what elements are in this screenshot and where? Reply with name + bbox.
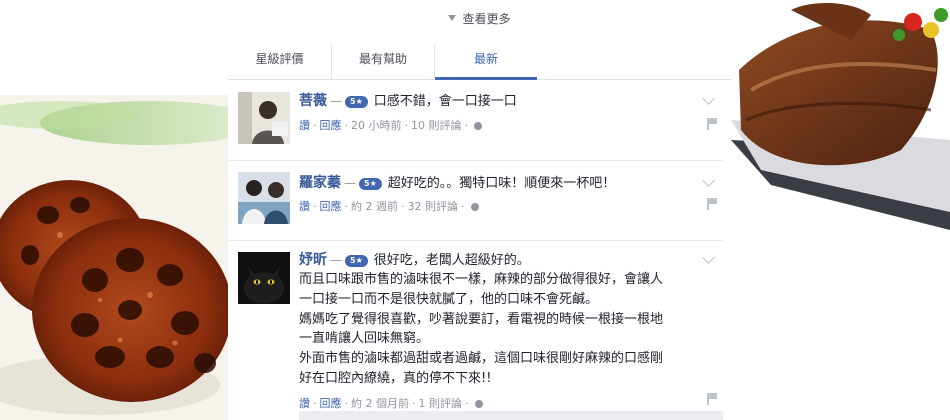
avatar[interactable] — [238, 92, 290, 144]
reply-count[interactable]: 1 則評論 — [419, 397, 463, 410]
reply-bar — [299, 411, 723, 420]
flag-icon[interactable] — [707, 393, 717, 405]
globe-icon — [474, 122, 482, 130]
reply-count[interactable]: 32 則評論 — [408, 200, 459, 213]
reply-link[interactable]: 回應 — [320, 397, 342, 410]
reply-count[interactable]: 10 則評論 — [411, 119, 462, 132]
comment-text-line: 媽媽吃了覺得很喜歡，吵著說要訂，看電視的時候一根接一根地 — [299, 311, 664, 327]
reply-link[interactable]: 回應 — [320, 200, 342, 213]
comment-item: 羅家蓁 —5★ 超好吃的。。獨特口味！順便來一杯吧！ 讚 · 回應 · 約 2 週前 · 32 … — [228, 160, 723, 240]
globe-icon — [474, 399, 483, 408]
avatar[interactable] — [238, 252, 290, 304]
comment-text-line: 一口接一口而不是很快就膩了，他的口味不會死鹹。 — [299, 291, 599, 307]
comment-text: 超好吃的。。獨特口味！順便來一杯吧！ — [387, 176, 616, 191]
comment-actions: 讚 · 回應 · 20 小時前 · 10 則評論 · — [299, 118, 699, 134]
comment-time[interactable]: 20 小時前 — [351, 119, 402, 132]
lotus-root-photo — [0, 95, 228, 420]
see-more-link[interactable]: 查看更多 — [228, 10, 731, 27]
rating-badge: 5★ — [345, 96, 368, 108]
comment-text: 很好吃，老闆人超級好的。 — [373, 253, 530, 268]
globe-icon — [470, 203, 479, 211]
braised-duck-photo — [731, 0, 950, 230]
sort-tabs: 星級評價 最有幫助 最新 — [228, 44, 731, 80]
tab-most-helpful[interactable]: 最有幫助 — [331, 44, 434, 79]
comment-item: 菩薇 —5★ 口感不錯，會一口接一口 讚 · 回應 · 20 小時前 · 10 則評論 · — [228, 92, 723, 156]
chevron-down-icon[interactable] — [702, 251, 715, 264]
comment-author[interactable]: 羅家蓁 — [299, 175, 341, 191]
comment-actions: 讚 · 回應 · 約 2 週前 · 32 則評論 · — [299, 199, 699, 215]
comment-actions: 讚 · 回應 · 約 2 個月前 · 1 則評論 · — [299, 396, 699, 412]
like-link[interactable]: 讚 — [299, 200, 310, 213]
reply-link[interactable]: 回應 — [320, 119, 342, 132]
see-more-label: 查看更多 — [462, 12, 511, 26]
comment-time[interactable]: 約 2 個月前 — [351, 397, 409, 410]
tab-newest[interactable]: 最新 — [434, 44, 537, 80]
comment-text: 口感不錯，會一口接一口 — [373, 94, 517, 109]
flag-icon[interactable] — [707, 198, 717, 210]
comment-text-line: 一直啃讓人回味無窮。 — [299, 331, 430, 347]
avatar[interactable] — [238, 172, 290, 224]
tab-star-rating[interactable]: 星級評價 — [228, 44, 331, 79]
comment-text-line: 外面市售的滷味都過甜或者過鹹，這個口味很剛好麻辣的口感剛 — [299, 351, 664, 367]
rating-badge: 5★ — [359, 178, 382, 190]
flag-icon[interactable] — [707, 118, 717, 130]
chevron-down-icon[interactable] — [702, 174, 715, 187]
comment-text-line: 而且口味跟市售的滷味很不一樣，麻辣的部分做得很好，會讓人 — [299, 272, 664, 287]
comment-item: 妤昕 —5★ 很好吃，老闆人超級好的。 而且口味跟市售的滷味很不一樣，麻辣的部分做得… — [228, 240, 723, 412]
comment-text-line: 好在口腔內繚繞，真的停不下來!! — [299, 370, 492, 386]
comment-author[interactable]: 妤昕 — [299, 252, 327, 268]
comment-time[interactable]: 約 2 週前 — [351, 200, 398, 213]
chevron-down-icon[interactable] — [702, 92, 715, 105]
rating-badge: 5★ — [345, 255, 368, 267]
comments-panel: 查看更多 星級評價 最有幫助 最新 菩薇 —5★ 口感不錯，會一口接一口 讚 · 回應 ·… — [228, 0, 731, 420]
triangle-down-icon — [448, 15, 457, 21]
like-link[interactable]: 讚 — [299, 397, 310, 410]
comment-author[interactable]: 菩薇 — [299, 93, 327, 109]
like-link[interactable]: 讚 — [299, 119, 310, 132]
